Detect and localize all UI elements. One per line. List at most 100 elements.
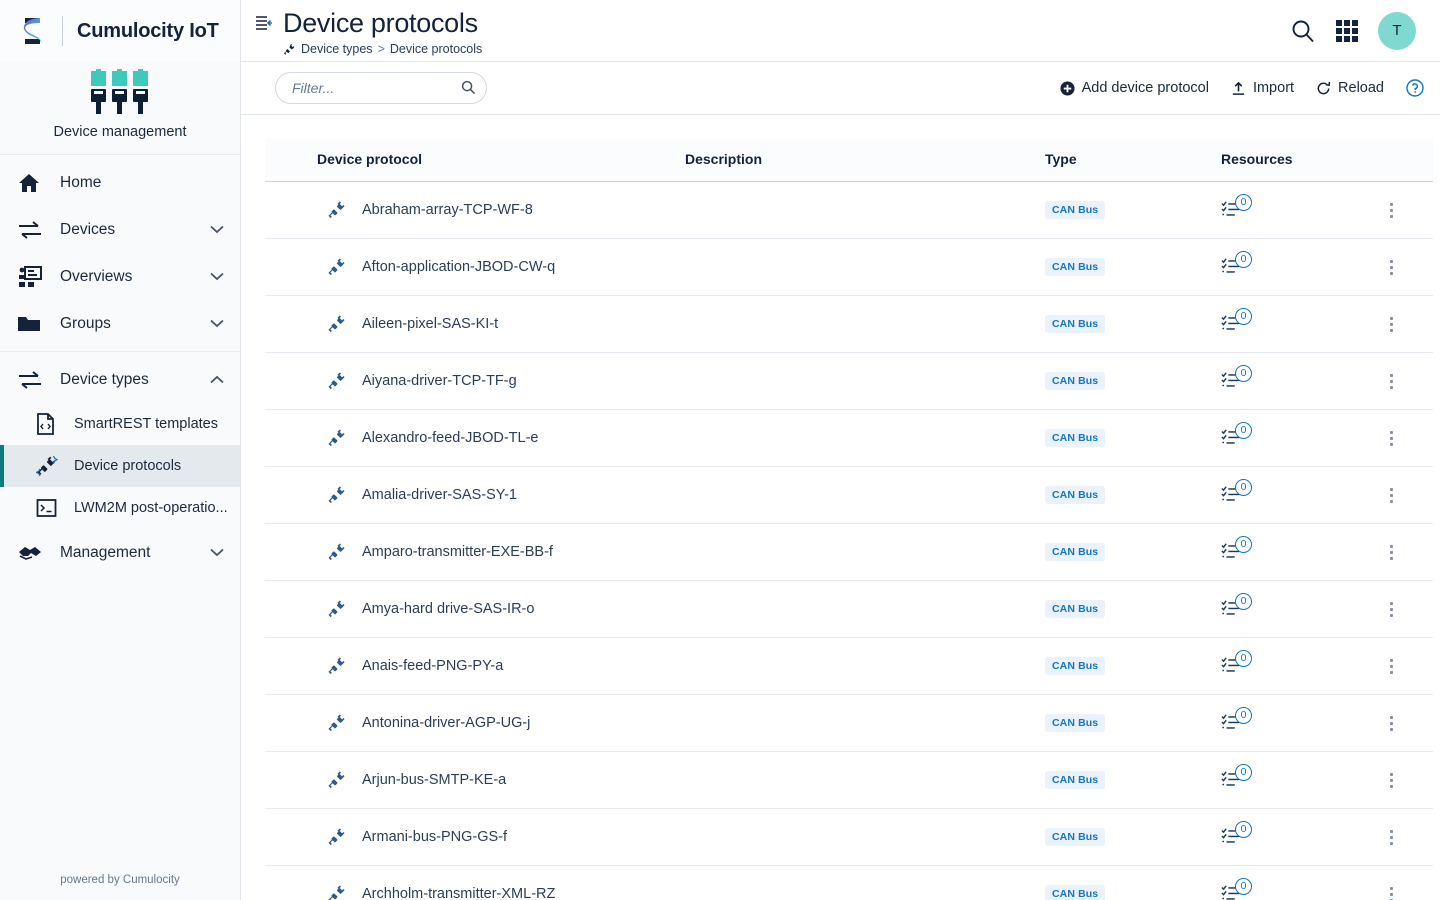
sidebar-item-overviews[interactable]: Overviews <box>0 253 240 300</box>
kebab-menu-icon[interactable] <box>1381 886 1401 900</box>
kebab-menu-icon[interactable] <box>1381 715 1401 731</box>
kebab-menu-icon[interactable] <box>1381 316 1401 332</box>
home-icon <box>18 173 44 193</box>
cell-resources: 0 <box>1213 580 1373 638</box>
cell-actions <box>1373 352 1433 410</box>
cell-device-protocol[interactable]: Aiyana-driver-TCP-TF-g <box>265 352 677 410</box>
column-header-type[interactable]: Type <box>1037 139 1213 182</box>
cell-device-protocol[interactable]: Amalia-driver-SAS-SY-1 <box>265 466 677 524</box>
table-row[interactable]: Amalia-driver-SAS-SY-1 CAN Bus 0 <box>265 466 1433 524</box>
table-row[interactable]: Antonina-driver-AGP-UG-j CAN Bus 0 <box>265 694 1433 752</box>
device-protocol-name: Abraham-array-TCP-WF-8 <box>362 202 533 218</box>
cell-device-protocol[interactable]: Abraham-array-TCP-WF-8 <box>265 181 677 239</box>
resources-count: 0 <box>1235 764 1252 781</box>
cell-device-protocol[interactable]: Antonina-driver-AGP-UG-j <box>265 694 677 752</box>
reload-button[interactable]: Reload <box>1316 80 1384 96</box>
main-area: Device protocols Device types > Device p… <box>241 0 1440 900</box>
status-badge: CAN Bus <box>1045 771 1106 789</box>
resources-list-icon[interactable]: 0 <box>1221 878 1252 900</box>
sidebar-item-home[interactable]: Home <box>0 159 240 206</box>
status-badge: CAN Bus <box>1045 486 1106 504</box>
kebab-menu-icon[interactable] <box>1381 487 1401 503</box>
sidebar-item-management[interactable]: Management <box>0 529 240 576</box>
cumulocity-s-logo-icon <box>18 14 48 48</box>
cell-device-protocol[interactable]: Afton-application-JBOD-CW-q <box>265 238 677 296</box>
resources-list-icon[interactable]: 0 <box>1221 479 1252 506</box>
cell-device-protocol[interactable]: Amya-hard drive-SAS-IR-o <box>265 580 677 638</box>
table-row[interactable]: Amparo-transmitter-EXE-BB-f CAN Bus 0 <box>265 523 1433 581</box>
resources-list-icon[interactable]: 0 <box>1221 764 1252 791</box>
resources-list-icon[interactable]: 0 <box>1221 821 1252 848</box>
resources-list-icon[interactable]: 0 <box>1221 593 1252 620</box>
table-row[interactable]: Abraham-array-TCP-WF-8 CAN Bus 0 <box>265 181 1433 239</box>
plug-connector-icon <box>327 884 347 900</box>
sidebar-item-device-protocols[interactable]: Device protocols <box>0 445 240 487</box>
kebab-menu-icon[interactable] <box>1381 373 1401 389</box>
import-button[interactable]: Import <box>1231 80 1294 96</box>
sidebar-item-groups[interactable]: Groups <box>0 300 240 347</box>
plug-connector-icon <box>327 314 347 334</box>
chevron-down-icon[interactable] <box>210 272 224 281</box>
table-row[interactable]: Arjun-bus-SMTP-KE-a CAN Bus 0 <box>265 751 1433 809</box>
sidebar-item-devices[interactable]: Devices <box>0 206 240 253</box>
kebab-menu-icon[interactable] <box>1381 259 1401 275</box>
cell-device-protocol[interactable]: Alexandro-feed-JBOD-TL-e <box>265 409 677 467</box>
title-block: Device protocols Device types > Device p… <box>283 5 482 56</box>
kebab-menu-icon[interactable] <box>1381 202 1401 218</box>
avatar[interactable]: T <box>1378 11 1416 50</box>
kebab-menu-icon[interactable] <box>1381 658 1401 674</box>
table-row[interactable]: Armani-bus-PNG-GS-f CAN Bus 0 <box>265 808 1433 866</box>
table-row[interactable]: Alexandro-feed-JBOD-TL-e CAN Bus 0 <box>265 409 1433 467</box>
table-row[interactable]: Archholm-transmitter-XML-RZ CAN Bus 0 <box>265 865 1433 900</box>
resources-list-icon[interactable]: 0 <box>1221 194 1252 221</box>
filter-wrapper <box>275 72 487 104</box>
column-header-device-protocol[interactable]: Device protocol <box>265 139 677 182</box>
plug-connector-icon <box>327 770 347 790</box>
search-input[interactable] <box>275 72 487 104</box>
resources-list-icon[interactable]: 0 <box>1221 308 1252 335</box>
column-header-resources[interactable]: Resources <box>1213 139 1373 182</box>
app-switcher-grid-icon[interactable] <box>1334 18 1360 44</box>
folder-icon <box>18 315 44 333</box>
kebab-menu-icon[interactable] <box>1381 601 1401 617</box>
sidebar-item-smartrest-templates[interactable]: SmartREST templates <box>0 403 240 445</box>
sidebar-item-lwm2m-post-operations[interactable]: LWM2M post-operatio... <box>0 487 240 529</box>
resources-list-icon[interactable]: 0 <box>1221 707 1252 734</box>
app-identifier-label: Device management <box>53 124 187 140</box>
cell-device-protocol[interactable]: Armani-bus-PNG-GS-f <box>265 808 677 866</box>
collapse-sidebar-icon[interactable] <box>255 15 273 38</box>
column-header-description[interactable]: Description <box>677 139 1037 182</box>
cell-description <box>677 523 1037 581</box>
cell-device-protocol[interactable]: Aileen-pixel-SAS-KI-t <box>265 295 677 353</box>
resources-list-icon[interactable]: 0 <box>1221 650 1252 677</box>
table-row[interactable]: Anais-feed-PNG-PY-a CAN Bus 0 <box>265 637 1433 695</box>
kebab-menu-icon[interactable] <box>1381 829 1401 845</box>
chevron-down-icon[interactable] <box>210 548 224 557</box>
kebab-menu-icon[interactable] <box>1381 772 1401 788</box>
cell-device-protocol[interactable]: Arjun-bus-SMTP-KE-a <box>265 751 677 809</box>
chevron-down-icon[interactable] <box>210 225 224 234</box>
cell-device-protocol[interactable]: Amparo-transmitter-EXE-BB-f <box>265 523 677 581</box>
table-row[interactable]: Aileen-pixel-SAS-KI-t CAN Bus 0 <box>265 295 1433 353</box>
plug-connector-icon <box>327 485 347 505</box>
resources-list-icon[interactable]: 0 <box>1221 365 1252 392</box>
resources-list-icon[interactable]: 0 <box>1221 536 1252 563</box>
cell-device-protocol[interactable]: Anais-feed-PNG-PY-a <box>265 637 677 695</box>
table-row[interactable]: Aiyana-driver-TCP-TF-g CAN Bus 0 <box>265 352 1433 410</box>
table-row[interactable]: Amya-hard drive-SAS-IR-o CAN Bus 0 <box>265 580 1433 638</box>
resources-list-icon[interactable]: 0 <box>1221 422 1252 449</box>
breadcrumb-parent[interactable]: Device types <box>301 42 373 56</box>
sidebar-item-device-types[interactable]: Device types <box>0 356 240 403</box>
brand-header[interactable]: Cumulocity IoT <box>0 0 240 62</box>
search-icon[interactable] <box>1290 18 1316 44</box>
resources-list-icon[interactable]: 0 <box>1221 251 1252 278</box>
add-device-protocol-button[interactable]: Add device protocol <box>1060 80 1209 96</box>
table-row[interactable]: Afton-application-JBOD-CW-q CAN Bus 0 <box>265 238 1433 296</box>
cell-device-protocol[interactable]: Archholm-transmitter-XML-RZ <box>265 865 677 900</box>
question-circle-icon[interactable] <box>1406 79 1424 97</box>
kebab-menu-icon[interactable] <box>1381 430 1401 446</box>
cell-actions <box>1373 694 1433 752</box>
chevron-up-icon[interactable] <box>210 375 224 384</box>
kebab-menu-icon[interactable] <box>1381 544 1401 560</box>
chevron-down-icon[interactable] <box>210 319 224 328</box>
